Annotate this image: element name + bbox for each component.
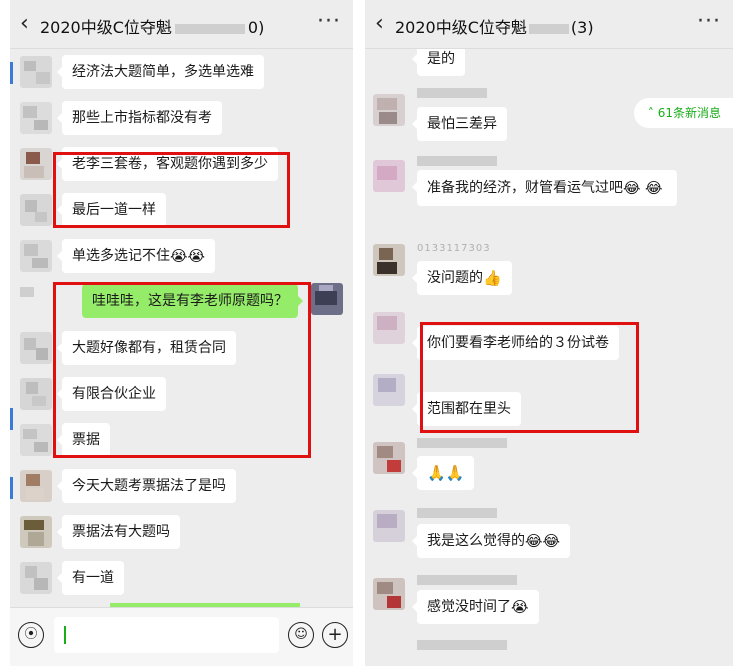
message-bubble[interactable]: 单选多选记不住😭😭: [56, 239, 216, 273]
message-bubble[interactable]: 准备我的经济，财管看运气过吧😂 😂: [412, 170, 677, 206]
emoji-icon[interactable]: ☺: [288, 622, 314, 648]
message-bubble[interactable]: 最怕三差异: [412, 107, 507, 141]
avatar[interactable]: [20, 332, 52, 364]
sender-nickname: [417, 88, 487, 99]
scroll-marker: [10, 62, 13, 84]
avatar[interactable]: [373, 374, 405, 406]
avatar[interactable]: [20, 102, 52, 134]
thumbs-up-emoji: 👍: [483, 268, 502, 287]
blurred-title-segment: [174, 23, 245, 34]
avatar[interactable]: [20, 240, 52, 272]
avatar[interactable]: [20, 562, 52, 594]
avatar[interactable]: [20, 470, 52, 502]
sender-nickname: [417, 508, 497, 519]
left-top-bar: ‹ 2020中级C位夺魁 0) ···: [10, 0, 353, 49]
right-chat-title: 2020中级C位夺魁 (3): [395, 18, 594, 37]
double-chevron-up-icon: ˄: [647, 106, 658, 120]
text-caret: [64, 626, 66, 644]
chevron-left-icon[interactable]: ‹: [375, 11, 384, 36]
message-bubble[interactable]: 你们要看李老师给的３份试卷: [412, 326, 619, 360]
outgoing-message-bubble[interactable]: 哇哇哇，这是有李老师原题吗？: [82, 284, 303, 318]
sender-nickname: [20, 287, 34, 298]
cry-laugh-emoji: 😭😭: [170, 246, 206, 265]
message-bubble[interactable]: 大题好像都有，租赁合同: [57, 331, 236, 365]
message-bubble[interactable]: 今天大题考票据法了是吗: [57, 469, 236, 503]
left-chat-window: ‹ 2020中级C位夺魁 0) ··· 经济法大题简单，多选单选难 那些上市指标都…: [10, 0, 353, 666]
avatar[interactable]: [373, 160, 405, 192]
chevron-left-icon[interactable]: ‹: [20, 11, 29, 36]
scroll-marker: [10, 408, 13, 430]
message-bubble[interactable]: 票据: [57, 423, 110, 457]
avatar[interactable]: [373, 578, 405, 610]
avatar[interactable]: [373, 94, 405, 126]
message-input[interactable]: [54, 617, 279, 653]
more-icon[interactable]: ···: [317, 9, 341, 34]
sender-nickname: 0133117303: [417, 243, 491, 254]
message-bubble[interactable]: 🙏🙏: [411, 456, 475, 490]
avatar[interactable]: [373, 510, 405, 542]
left-chat-title: 2020中级C位夺魁 0): [40, 18, 265, 37]
right-top-bar: ‹ 2020中级C位夺魁 (3) ···: [365, 0, 733, 49]
message-bubble[interactable]: 有一道: [57, 561, 124, 595]
sender-nickname: [417, 640, 507, 651]
avatar[interactable]: [373, 244, 405, 276]
sender-nickname: [417, 438, 507, 449]
laugh-emoji: 😂: [644, 178, 663, 197]
plus-icon[interactable]: +: [322, 622, 348, 648]
message-bubble[interactable]: 范围都在里头: [412, 392, 521, 426]
voice-icon[interactable]: ⦿: [18, 622, 44, 648]
avatar[interactable]: [20, 194, 52, 226]
message-bubble[interactable]: 老李三套卷，客观题你遇到多少: [57, 147, 278, 181]
avatar[interactable]: [20, 56, 52, 88]
message-bubble[interactable]: 没问题的👍: [412, 261, 512, 295]
laugh-emoji: 😂😂: [525, 531, 561, 550]
laugh-emoji: 😂: [623, 178, 641, 197]
cry-laugh-emoji: 😭: [511, 597, 529, 616]
input-bar: ⦿ ☺ +: [10, 607, 353, 666]
avatar[interactable]: [20, 424, 52, 456]
right-chat-window: ‹ 2020中级C位夺魁 (3) ··· 是的 ˄ 61条新消息 最怕三差异 准备…: [365, 0, 733, 666]
sender-nickname: [417, 575, 517, 586]
message-bubble[interactable]: 有限合伙企业: [57, 377, 166, 411]
scroll-marker: [10, 477, 13, 499]
self-avatar[interactable]: [311, 283, 343, 315]
unread-messages-pill[interactable]: ˄ 61条新消息: [633, 98, 733, 128]
message-bubble[interactable]: 那些上市指标都没有考: [57, 101, 222, 135]
sender-nickname: [417, 156, 497, 167]
avatar[interactable]: [20, 378, 52, 410]
message-bubble[interactable]: 票据法有大题吗: [57, 515, 180, 549]
avatar[interactable]: [373, 312, 405, 344]
more-icon[interactable]: ···: [697, 9, 721, 34]
avatar[interactable]: [20, 516, 52, 548]
avatar[interactable]: [20, 148, 52, 180]
message-bubble[interactable]: 最后一道一样: [57, 193, 166, 227]
avatar[interactable]: [373, 442, 405, 474]
message-bubble[interactable]: 感觉没时间了😭: [412, 590, 539, 624]
clap-emoji: 🙏🙏: [427, 463, 465, 482]
message-bubble[interactable]: 我是这么觉得的😂😂: [411, 524, 571, 558]
message-bubble[interactable]: 经济法大题简单，多选单选难: [57, 55, 264, 89]
